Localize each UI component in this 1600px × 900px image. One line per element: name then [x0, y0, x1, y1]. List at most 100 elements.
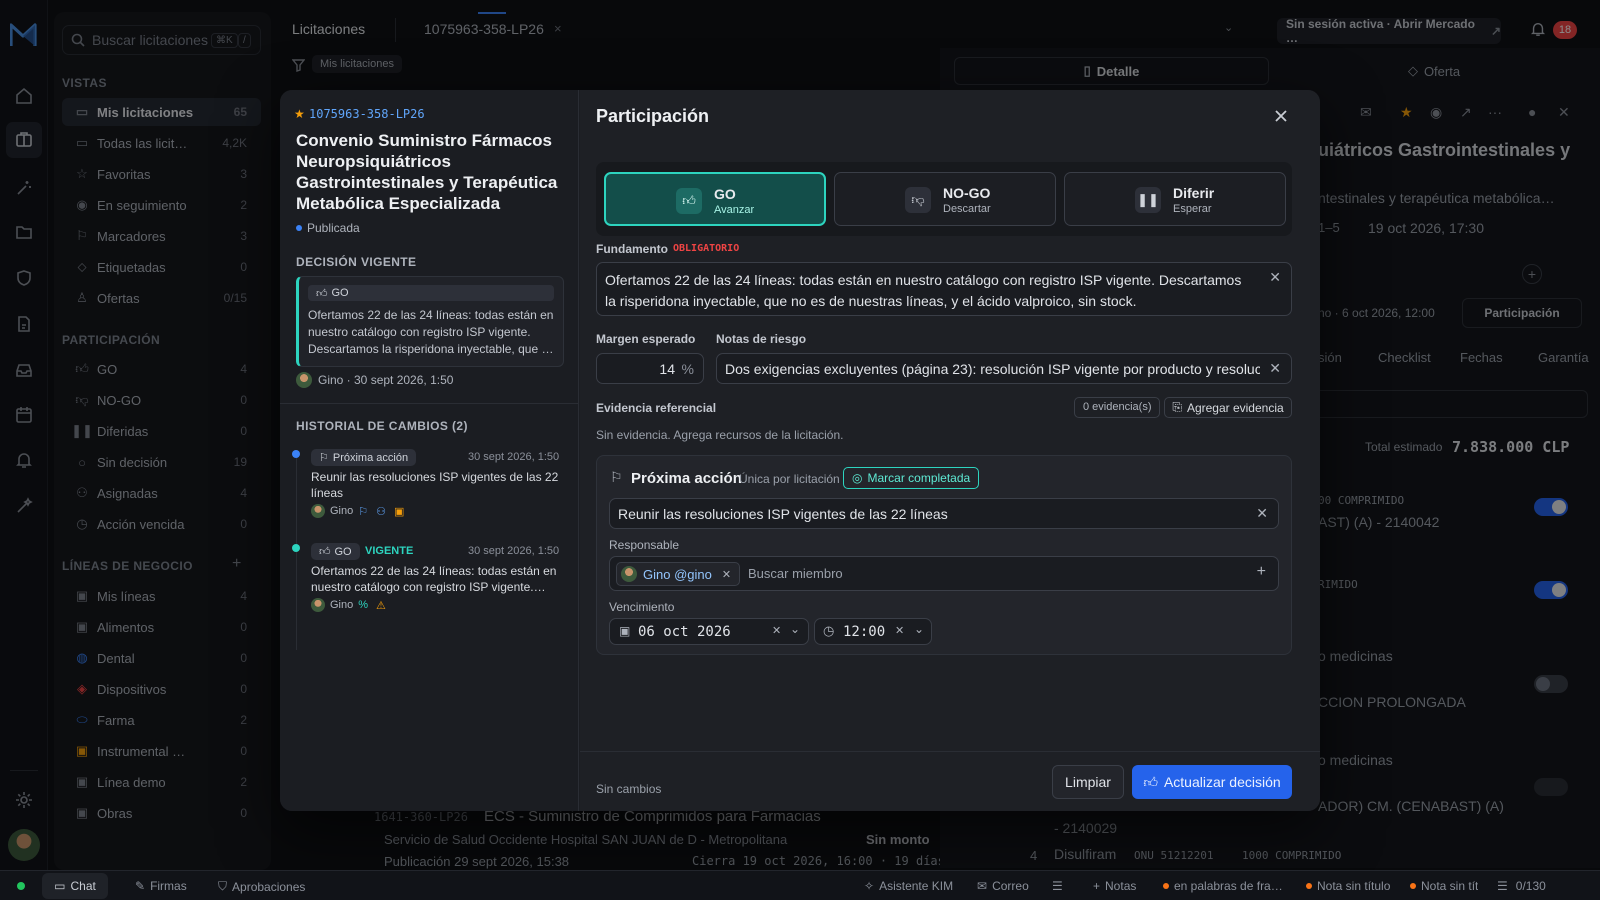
owner-input[interactable]: Gino @gino ✕ Buscar miembro + — [609, 556, 1279, 591]
due-date-input[interactable]: ▣ 06 oct 2026 ✕ ⌄ — [609, 618, 809, 645]
modal-close-icon[interactable] — [1273, 108, 1289, 124]
status-dot-icon — [296, 225, 302, 231]
history-author-name: Gino — [330, 599, 354, 611]
rationale-label: Fundamento — [596, 242, 668, 256]
clock-icon: ◷ — [823, 623, 835, 638]
favorite-star-icon[interactable]: ★ — [294, 107, 305, 121]
calendar-icon: ▣ — [394, 505, 405, 518]
note-chip-1-label: en palabras de fra… — [1174, 879, 1283, 893]
signatures-tab[interactable]: ✎ Firmas — [135, 879, 187, 893]
clear-date-icon[interactable]: ✕ — [772, 624, 781, 637]
avatar — [311, 504, 325, 518]
vigente-tag: VIGENTE — [365, 545, 414, 557]
chevron-down-icon[interactable]: ⌄ — [914, 622, 924, 636]
approvals-tab[interactable]: ⛉ Aprobaciones — [218, 879, 305, 894]
status-text: Publicada — [307, 221, 360, 235]
rationale-textarea[interactable]: Ofertamos 22 de las 24 líneas: todas est… — [596, 262, 1292, 316]
choice-no-go[interactable]: 👎︎ NO-GO Descartar — [834, 172, 1056, 226]
owner-search-placeholder: Buscar miembro — [748, 566, 843, 581]
choice-go[interactable]: 👍︎ GO Avanzar — [604, 172, 826, 226]
avatar — [311, 598, 325, 612]
add-evidence-label: Agregar evidencia — [1186, 400, 1284, 415]
choice-go-sub: Avanzar — [714, 204, 755, 216]
current-decision-card: 👍︎ GO Ofertamos 22 de las 24 líneas: toda… — [296, 276, 564, 367]
history-item[interactable]: ⚐ Próxima acción 30 sept 2026, 1:50 Reuni… — [280, 446, 579, 526]
flag-icon: ⚐ — [358, 505, 369, 518]
clear-rationale-icon[interactable]: ✕ — [1269, 269, 1281, 286]
history-badge: ⚐ Próxima acción — [311, 449, 417, 466]
history-heading: HISTORIAL DE CAMBIOS (2) — [296, 419, 468, 433]
choice-go-label: GO — [714, 186, 736, 202]
avatar — [296, 372, 312, 388]
chevron-down-icon[interactable]: ⌄ — [790, 622, 800, 636]
mail-label: Correo — [992, 879, 1029, 893]
add-evidence-button[interactable]: ⎘ Agregar evidencia — [1164, 397, 1292, 418]
margin-unit: % — [681, 361, 694, 377]
notes-tab[interactable]: + Notas — [1093, 879, 1136, 893]
note-dot-icon — [1306, 883, 1312, 889]
risk-input[interactable]: Dos exigencias excluyentes (página 23): … — [716, 353, 1292, 384]
clear-time-icon[interactable]: ✕ — [895, 624, 904, 637]
clear-next-action-icon[interactable]: ✕ — [1256, 505, 1268, 522]
flag-icon: ⚐ — [610, 469, 623, 485]
note-chip-1[interactable]: en palabras de fra… — [1163, 879, 1283, 893]
thumbs-up-icon: 👍︎ — [319, 546, 331, 558]
warning-icon: ⚠ — [376, 599, 386, 612]
thumbs-up-icon: 👍︎ — [676, 188, 702, 214]
next-action-input[interactable]: Reunir las resoluciones ISP vigentes de … — [609, 498, 1279, 529]
go-badge-label: GO — [331, 287, 349, 299]
mail-tab[interactable]: ✉ Correo — [977, 879, 1029, 893]
history-author-name: Gino — [330, 505, 354, 517]
chat-tab[interactable]: ▭ Chat — [42, 873, 108, 899]
next-action-card: ⚐ Próxima acción Única por licitación ◎ M… — [596, 455, 1292, 655]
history-badge: 👍︎ GO — [311, 543, 360, 560]
margin-label: Margen esperado — [596, 332, 696, 346]
assistant-tab[interactable]: ✧ Asistente KIM — [864, 879, 953, 893]
current-decision-text: Ofertamos 22 de las 24 líneas: todas est… — [308, 308, 554, 356]
choice-no-go-label: NO-GO — [943, 185, 991, 201]
go-badge: 👍︎ GO — [308, 285, 554, 301]
tender-status: Publicada — [296, 221, 360, 235]
calendar-icon: ▣ — [619, 624, 631, 638]
choice-defer[interactable]: ❚❚ Diferir Esperar — [1064, 172, 1286, 226]
note-chip-2[interactable]: Nota sin título — [1306, 879, 1390, 893]
current-author-text: Gino · 30 sept 2026, 1:50 — [318, 373, 454, 387]
choice-defer-sub: Esperar — [1173, 203, 1212, 215]
history-badge-label: Próxima acción — [332, 451, 409, 464]
note-chip-3[interactable]: Nota sin títu — [1410, 879, 1478, 893]
thumbs-up-icon: 👍︎ — [316, 287, 328, 300]
clear-risk-icon[interactable]: ✕ — [1269, 360, 1281, 377]
users-icon: ⚇ — [376, 505, 386, 518]
approvals-label: Aprobaciones — [232, 879, 306, 894]
flag-icon: ⚐ — [319, 452, 329, 464]
submit-decision-button[interactable]: 👍︎ Actualizar decisión — [1132, 765, 1292, 799]
counter-value: 0/130 — [1515, 879, 1546, 893]
avatar — [621, 566, 637, 582]
clear-button[interactable]: Limpiar — [1052, 765, 1124, 799]
mark-complete-button[interactable]: ◎ Marcar completada — [843, 467, 980, 489]
chat-label: Chat — [70, 879, 96, 893]
current-author: Gino · 30 sept 2026, 1:50 — [296, 372, 453, 388]
history-item[interactable]: 👍︎ GO VIGENTE 30 sept 2026, 1:50 Ofertamo… — [280, 540, 579, 620]
tender-code[interactable]: 1075963-358-LP26 — [309, 107, 425, 121]
mark-complete-label: Marcar completada — [867, 471, 971, 485]
add-owner-icon[interactable]: + — [1257, 563, 1266, 581]
list-icon[interactable]: ☰ — [1052, 879, 1063, 893]
submit-decision-label: Actualizar decisión — [1163, 774, 1281, 790]
note-chip-3-label: Nota sin títu — [1421, 879, 1478, 893]
current-decision-heading: DECISIÓN VIGENTE — [296, 255, 417, 269]
choice-no-go-sub: Descartar — [943, 203, 991, 215]
due-time-input[interactable]: ◷ 12:00 ✕ ⌄ — [814, 618, 932, 645]
participation-modal: ★ 1075963-358-LP26 Convenio Suministro F… — [280, 90, 1320, 811]
owner-chip[interactable]: Gino @gino ✕ — [616, 562, 741, 586]
history-date: 30 sept 2026, 1:50 — [468, 451, 560, 463]
history-badge-label: GO — [334, 545, 352, 558]
online-dot — [17, 882, 25, 890]
margin-input[interactable]: 14 % — [596, 353, 704, 384]
remove-owner-icon[interactable]: ✕ — [722, 568, 731, 581]
paperclip-icon: ⎘ — [1172, 400, 1182, 414]
assistant-label: Asistente KIM — [879, 879, 954, 893]
required-tag: OBLIGATORIO — [673, 243, 740, 254]
history-author: Gino % ⚠ — [311, 598, 386, 612]
chat-icon: ▭ — [54, 879, 66, 893]
